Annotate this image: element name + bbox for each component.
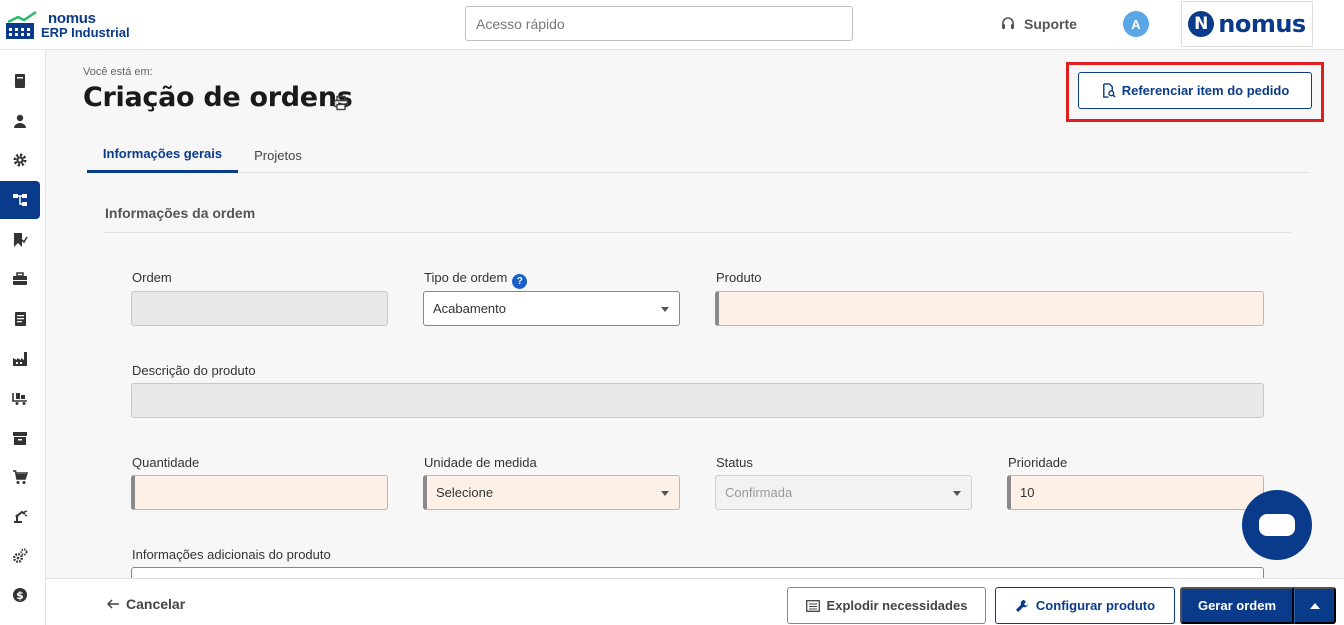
user-avatar[interactable]: A [1123, 11, 1149, 37]
configure-product-label: Configurar produto [1035, 598, 1156, 613]
list-icon [805, 599, 820, 612]
gears-icon [13, 548, 28, 563]
nomus-erp-logo[interactable]: nomus ERP Industrial [6, 9, 136, 41]
page-title: Criação de ordens [83, 82, 353, 113]
company-brand-logo: N nomus [1181, 1, 1313, 47]
unit-value: Selecione [436, 485, 494, 500]
order-type-label: Tipo de ordem? [424, 270, 528, 289]
brand-text: nomus [1218, 10, 1306, 38]
order-type-select[interactable]: Acabamento [423, 291, 680, 326]
top-bar: nomus ERP Industrial Suporte A N nomus [0, 0, 1344, 50]
tab-projects[interactable]: Projetos [238, 137, 318, 173]
order-field [131, 291, 388, 326]
conveyor-icon [12, 393, 27, 405]
chevron-down-icon [953, 491, 961, 496]
svg-text:$: $ [16, 589, 24, 602]
priority-input[interactable]: 10 [1007, 475, 1264, 510]
sidebar-item-finance[interactable]: $ [0, 576, 40, 614]
status-value: Confirmada [725, 485, 793, 500]
order-type-label-text: Tipo de ordem [424, 270, 508, 285]
factory-icon [13, 352, 27, 366]
cancel-label: Cancelar [126, 596, 186, 612]
sidebar: $ [0, 50, 46, 625]
cancel-button[interactable]: Cancelar [106, 596, 185, 612]
sidebar-item-conveyor[interactable] [0, 379, 40, 417]
wrench-icon [1015, 599, 1028, 612]
support-label: Suporte [1024, 16, 1077, 32]
sidebar-item-book[interactable] [0, 62, 40, 100]
configure-product-button[interactable]: Configurar produto [995, 587, 1175, 624]
tab-bar: Informações gerais Projetos [87, 137, 1309, 173]
footer-action-bar: Cancelar Explodir necessidades Configura… [46, 578, 1344, 625]
bookmark-check-icon [14, 233, 28, 247]
chat-bubble-icon [1259, 514, 1295, 536]
tab-general-info[interactable]: Informações gerais [87, 137, 238, 173]
support-button[interactable]: Suporte [1000, 14, 1077, 34]
explode-needs-label: Explodir necessidades [826, 598, 968, 613]
priority-label: Prioridade [1008, 455, 1068, 470]
generate-order-dropdown-button[interactable] [1294, 587, 1336, 624]
additional-info-label: Informações adicionais do produto [132, 547, 331, 562]
explode-needs-button[interactable]: Explodir necessidades [787, 587, 986, 624]
product-description-label: Descrição do produto [132, 363, 256, 378]
chevron-down-icon [661, 491, 669, 496]
product-description-field [131, 383, 1264, 418]
person-icon [14, 114, 26, 128]
dollar-icon: $ [13, 588, 27, 602]
sidebar-item-production[interactable] [0, 181, 40, 219]
document-search-icon [1102, 83, 1116, 98]
reference-button-label: Referenciar item do pedido [1121, 83, 1290, 98]
arrow-left-icon [106, 599, 119, 609]
status-select: Confirmada [715, 475, 972, 510]
help-icon[interactable]: ? [512, 274, 528, 289]
hierarchy-icon [13, 194, 27, 206]
reference-order-item-button[interactable]: Referenciar item do pedido [1078, 72, 1312, 109]
sidebar-item-bookmark[interactable] [0, 221, 40, 259]
sidebar-item-person[interactable] [0, 102, 40, 140]
book-icon [15, 74, 25, 88]
product-input[interactable] [715, 291, 1264, 326]
print-icon[interactable] [333, 95, 349, 111]
order-type-value: Acabamento [433, 301, 506, 316]
section-divider [105, 232, 1291, 233]
factory-logo-icon [6, 11, 37, 39]
unit-label: Unidade de medida [424, 455, 537, 470]
order-label: Ordem [132, 270, 172, 285]
sidebar-item-settings[interactable] [0, 141, 40, 179]
sidebar-item-archive[interactable] [0, 419, 40, 457]
sidebar-item-notebook[interactable] [0, 300, 40, 338]
sidebar-item-factory[interactable] [0, 340, 40, 378]
sidebar-item-cart[interactable] [0, 458, 40, 496]
section-title: Informações da ordem [105, 205, 256, 221]
headset-icon [1002, 17, 1014, 29]
breadcrumb: Você está em: [83, 66, 153, 78]
product-label: Produto [716, 270, 762, 285]
quick-access-input[interactable] [465, 6, 853, 41]
generate-order-button[interactable]: Gerar ordem [1180, 587, 1294, 624]
robot-arm-icon [14, 510, 28, 523]
briefcase-icon [13, 272, 27, 285]
chat-button[interactable] [1242, 490, 1312, 560]
chevron-up-icon [1309, 602, 1320, 609]
cart-icon [13, 470, 28, 484]
sidebar-item-robot[interactable] [0, 497, 40, 535]
logo-subtext: ERP Industrial [41, 25, 130, 40]
quantity-label: Quantidade [132, 455, 200, 470]
sidebar-item-gears[interactable] [0, 537, 40, 575]
brand-n-icon: N [1188, 11, 1215, 37]
archive-icon [13, 432, 27, 445]
quantity-input[interactable] [131, 475, 388, 510]
status-label: Status [716, 455, 753, 470]
sidebar-item-briefcase[interactable] [0, 260, 40, 298]
gear-icon [13, 153, 27, 167]
unit-select[interactable]: Selecione [423, 475, 680, 510]
chevron-down-icon [661, 307, 669, 312]
notebook-icon [15, 312, 26, 326]
